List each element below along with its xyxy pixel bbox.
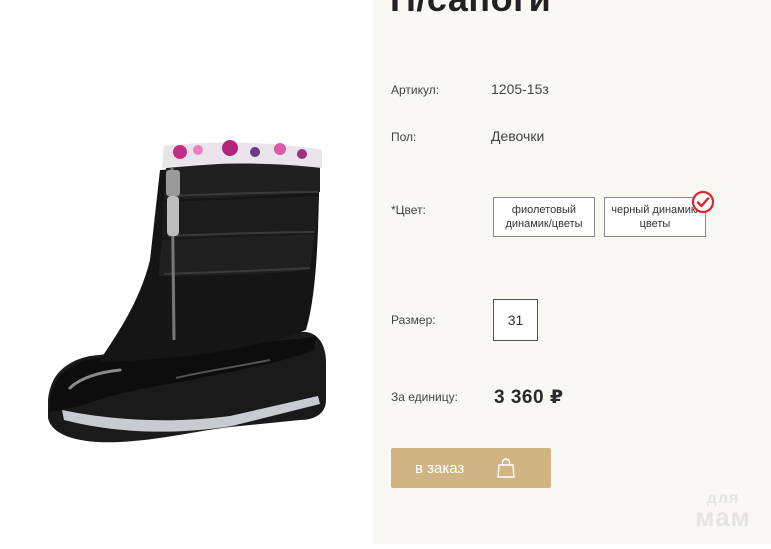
product-title: П/сапоги: [390, 0, 551, 20]
product-image-area: [0, 0, 373, 544]
shopping-bag-icon: [497, 458, 515, 478]
price-value: 3 360 ₽: [494, 387, 564, 408]
check-circle-icon: [691, 190, 715, 214]
gender-label: Пол:: [391, 130, 417, 144]
add-to-order-button[interactable]: в заказ: [391, 448, 551, 488]
gender-value: Девочки: [491, 128, 545, 144]
article-value: 1205-15з: [491, 81, 549, 97]
size-label: Размер:: [391, 313, 436, 327]
product-image[interactable]: [0, 0, 373, 544]
size-option[interactable]: 31: [493, 299, 538, 341]
watermark-line2: мам: [695, 502, 751, 533]
article-label: Артикул:: [391, 83, 440, 97]
order-button-label: в заказ: [415, 459, 465, 477]
color-option-purple[interactable]: фиолетовый динамик/цветы: [493, 197, 595, 237]
watermark-logo: для мам: [684, 490, 762, 533]
price-label: За единицу:: [391, 390, 458, 404]
color-label: *Цвет:: [391, 203, 426, 217]
